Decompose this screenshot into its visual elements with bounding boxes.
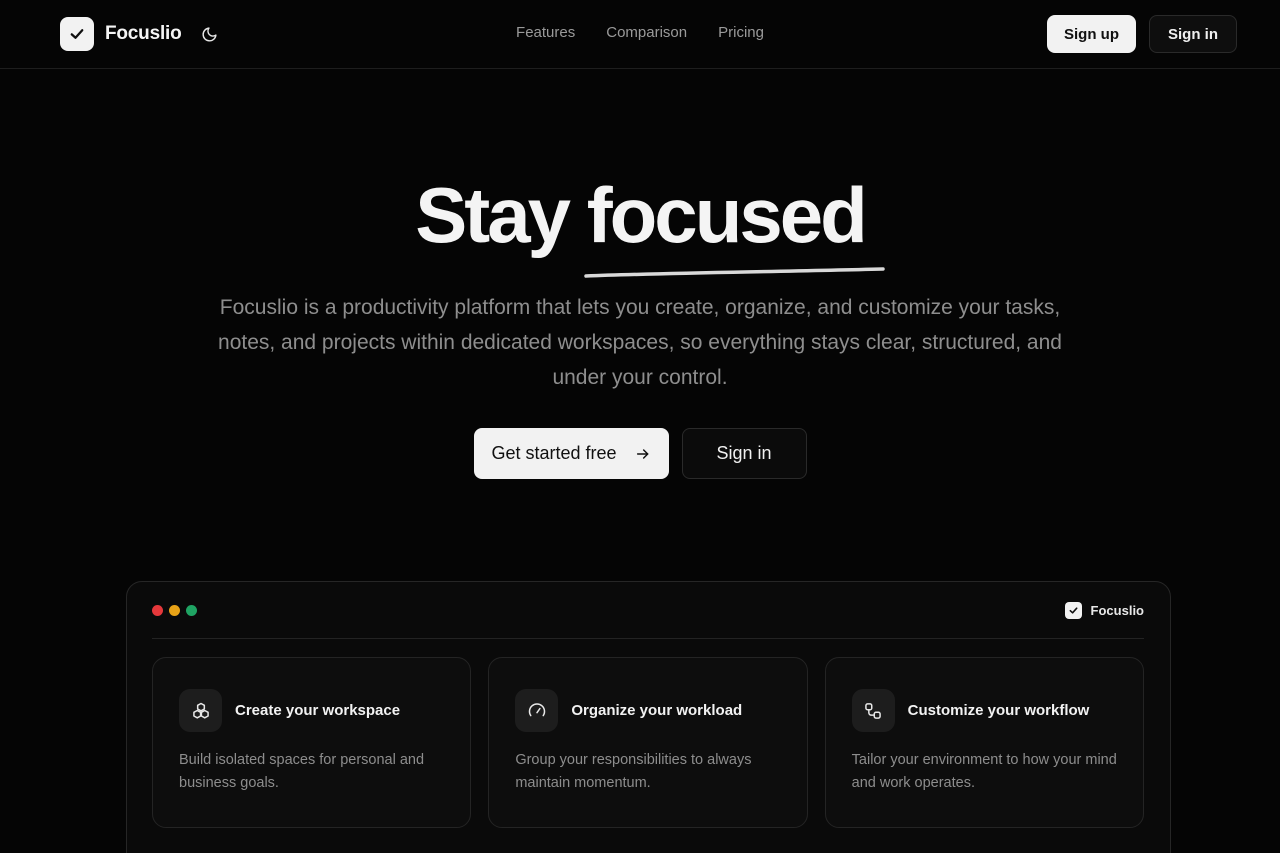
hero-description: Focuslio is a productivity platform that…: [218, 296, 1062, 389]
sign-up-button[interactable]: Sign up: [1047, 15, 1136, 53]
feature-card-title: Create your workspace: [235, 702, 401, 719]
nav-actions: Sign up Sign in: [1047, 15, 1237, 53]
preview-header: Focuslio: [152, 582, 1144, 639]
check-logo-icon: [60, 17, 94, 51]
window-dot-yellow: [169, 604, 180, 616]
window-dot-green: [186, 604, 197, 616]
hero-title-plain: Stay: [415, 171, 571, 259]
window-dots: [152, 604, 197, 616]
hero-cta-group: Get started free Sign in: [0, 428, 1280, 479]
feature-card-description: Tailor your environment to how your mind…: [851, 752, 1117, 791]
brand[interactable]: Focuslio: [60, 17, 223, 51]
hero-title-accent: focused: [583, 170, 885, 278]
get-started-button[interactable]: Get started free: [473, 428, 669, 479]
sign-in-button[interactable]: Sign in: [1149, 15, 1237, 53]
feature-card-workflow: Customize your workflow Tailor your envi…: [824, 657, 1144, 828]
feature-card-workload: Organize your workload Group your respon…: [488, 657, 808, 828]
feature-card-title: Customize your workflow: [907, 702, 1090, 719]
moon-icon[interactable]: [197, 21, 223, 47]
feature-card-workspace: Create your workspace Build isolated spa…: [152, 657, 472, 828]
hero-title-accent-text: focused: [586, 171, 868, 259]
preview-brand-name: Focuslio: [1090, 602, 1144, 618]
gauge-icon: [515, 689, 559, 732]
cubes-icon: [179, 689, 222, 732]
landing-page: Focuslio Features Comparison Pricing Sig…: [0, 0, 1280, 853]
nav-link-pricing[interactable]: Pricing: [718, 24, 764, 41]
app-preview: Focuslio Create your workspace Build iso…: [126, 581, 1171, 853]
hero-sign-in-button[interactable]: Sign in: [681, 428, 807, 479]
feature-cards: Create your workspace Build isolated spa…: [152, 657, 1144, 828]
feature-card-description: Build isolated spaces for personal and b…: [179, 752, 425, 791]
nav-link-comparison[interactable]: Comparison: [606, 24, 687, 41]
brand-name: Focuslio: [105, 23, 182, 44]
feature-card-title: Organize your workload: [571, 702, 743, 719]
workflow-icon: [851, 689, 895, 732]
nav-links: Features Comparison Pricing: [516, 24, 764, 41]
arrow-right-icon: [636, 448, 648, 459]
hero-title: Stay focused: [0, 170, 1280, 278]
feature-card-description: Group your responsibilities to always ma…: [515, 752, 752, 791]
get-started-label: Get started free: [491, 443, 617, 463]
check-logo-icon: [1064, 601, 1082, 619]
nav-link-features[interactable]: Features: [516, 24, 575, 41]
preview-brand: Focuslio: [1064, 601, 1144, 619]
navbar: Focuslio Features Comparison Pricing Sig…: [0, 0, 1280, 69]
underline-stroke-icon: [583, 267, 885, 278]
window-dot-red: [152, 604, 163, 616]
